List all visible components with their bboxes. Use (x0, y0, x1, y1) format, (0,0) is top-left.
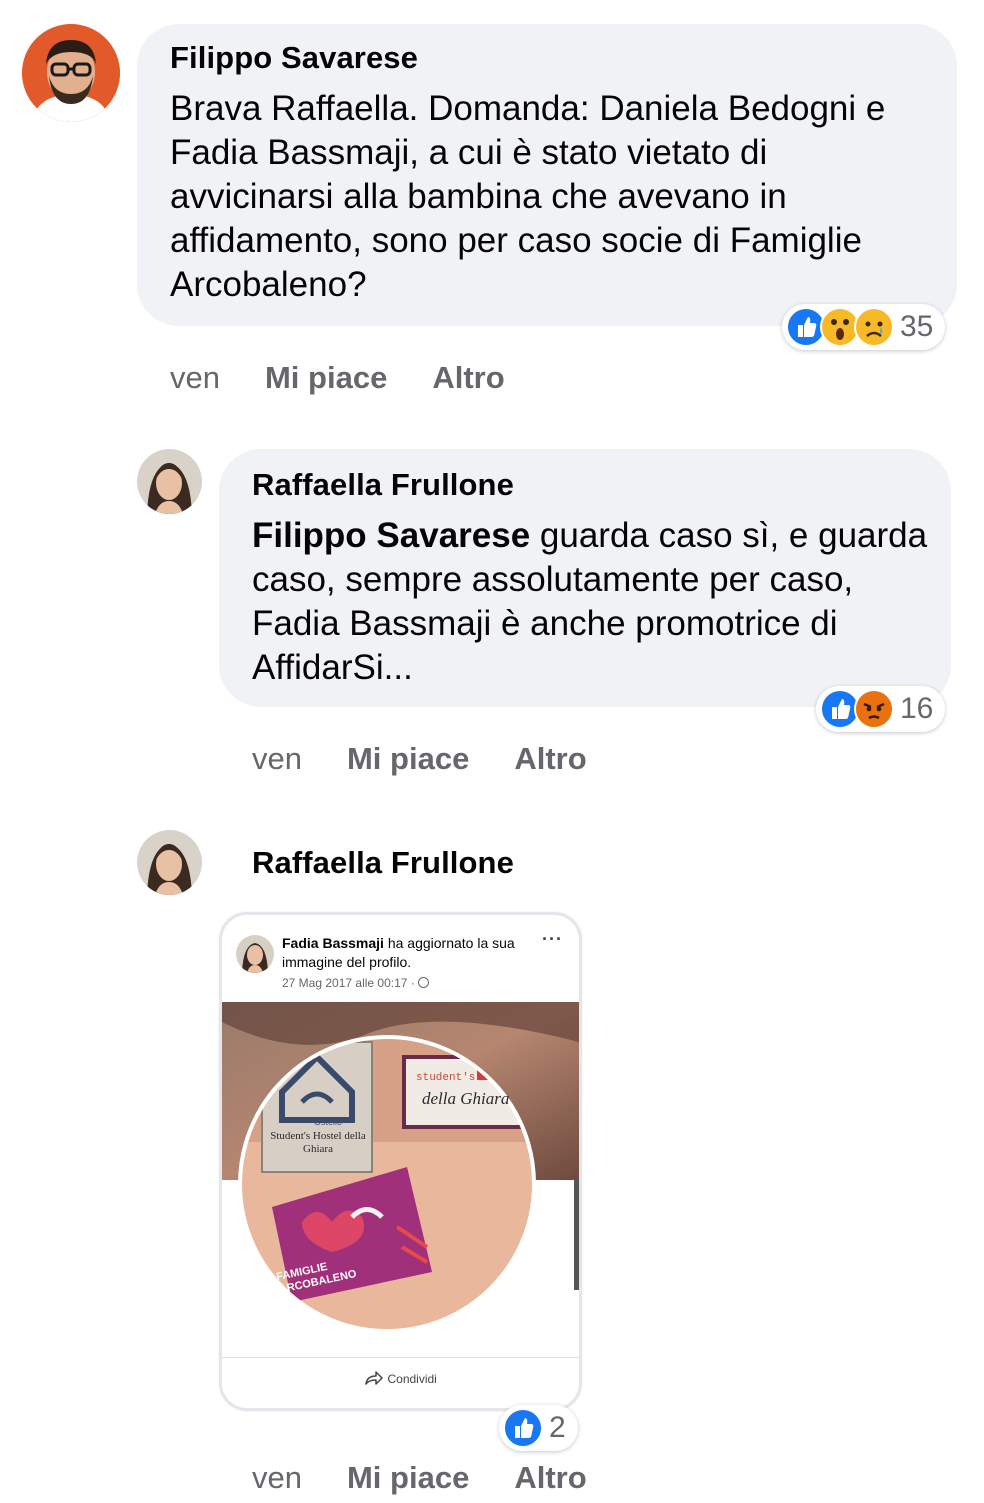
like-button[interactable]: Mi piace (347, 1460, 469, 1496)
comment-time[interactable]: ven (170, 360, 220, 396)
comment-author[interactable]: Raffaella Frullone (252, 845, 514, 881)
like-button[interactable]: Mi piace (347, 741, 469, 777)
shared-post-header: Fadia Bassmaji ha aggiornato la sua imma… (282, 934, 522, 972)
comment-text: Brava Raffaella. Domanda: Daniela Bedogn… (170, 89, 886, 304)
reactions-summary[interactable]: 16 (816, 686, 946, 732)
comment-bubble: Filippo Savarese Brava Raffaella. Domand… (137, 24, 957, 326)
comment-author[interactable]: Raffaella Frullone (252, 467, 514, 503)
shared-post-date: 27 Mag 2017 alle 00:17 · (282, 976, 430, 990)
plaque-text-2: della Ghiara (422, 1089, 510, 1108)
sign-ostello-text: Ostello (314, 1117, 343, 1127)
comment-author[interactable]: Filippo Savarese (170, 40, 418, 76)
share-icon (364, 1370, 384, 1389)
comment-time[interactable]: ven (252, 1460, 302, 1496)
more-button[interactable]: Altro (514, 1460, 586, 1496)
person-avatar-icon (137, 830, 202, 895)
avatar-filippo-savarese[interactable] (22, 24, 120, 122)
sign-hostel-text: Student's Hostel della Ghiara (270, 1130, 366, 1155)
comment-actions: ven Mi piace Altro (252, 1460, 587, 1496)
shared-post-author: Fadia Bassmaji (282, 935, 384, 951)
person-avatar-icon (137, 449, 202, 514)
angry-icon (854, 689, 894, 729)
more-button[interactable]: Altro (514, 741, 586, 777)
reaction-count: 16 (900, 692, 934, 725)
comment-actions: ven Mi piace Altro (252, 741, 587, 777)
shared-post-date-text: 27 Mag 2017 alle 00:17 · (282, 976, 419, 990)
comment-time[interactable]: ven (252, 741, 302, 777)
plaque-text-1: student's (416, 1072, 476, 1084)
avatar-raffaella-frullone[interactable] (137, 830, 202, 895)
comment-bubble: Raffaella Frullone Filippo Savarese guar… (219, 449, 951, 707)
profile-photo-area: Ostello Student's Hostel della Ghiara st… (222, 1002, 579, 1357)
person-avatar-icon (22, 24, 120, 122)
like-icon (503, 1408, 543, 1448)
person-avatar-icon (236, 935, 274, 973)
sad-icon (854, 307, 894, 347)
more-dots-icon: ··· (542, 929, 563, 949)
more-button[interactable]: Altro (432, 360, 504, 396)
avatar-raffaella-frullone[interactable] (137, 449, 202, 514)
reaction-count: 35 (900, 310, 934, 343)
share-button: Condividi (222, 1370, 579, 1389)
comment-text: Filippo Savarese guarda caso sì, e guard… (252, 514, 932, 690)
globe-icon (418, 977, 430, 988)
shared-post-divider (222, 1357, 579, 1358)
shared-post-avatar (236, 935, 274, 973)
reactions-summary[interactable]: 35 (782, 304, 946, 350)
comment-actions: ven Mi piace Altro (170, 360, 505, 396)
like-button[interactable]: Mi piace (265, 360, 387, 396)
share-label: Condividi (387, 1372, 437, 1386)
reactions-summary[interactable]: 2 (499, 1405, 578, 1451)
attached-image[interactable]: Fadia Bassmaji ha aggiornato la sua imma… (219, 912, 582, 1411)
reaction-count: 2 (549, 1411, 566, 1444)
mention-link[interactable]: Filippo Savarese (252, 516, 530, 555)
